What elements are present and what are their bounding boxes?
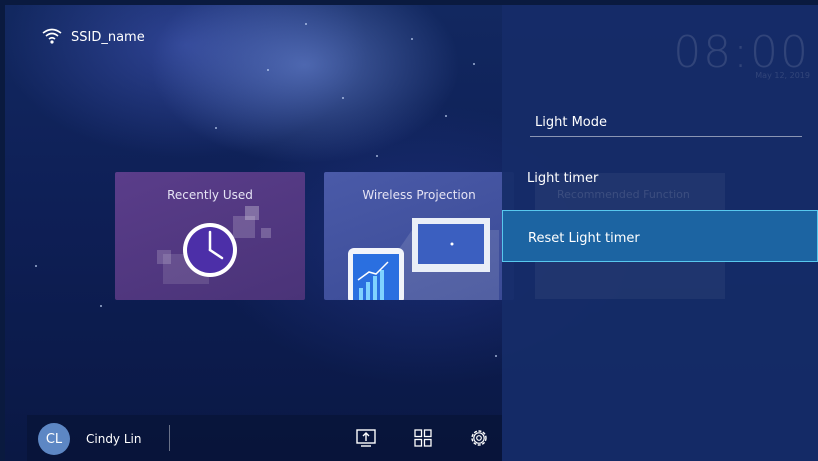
ssid-label: SSID_name xyxy=(71,30,145,45)
clock-icon xyxy=(157,206,271,284)
wifi-icon xyxy=(42,28,62,44)
bottom-bar: CL Cindy Lin xyxy=(27,415,502,461)
avatar[interactable]: CL xyxy=(38,423,70,455)
input-source-icon[interactable] xyxy=(355,427,377,449)
launcher-screen: SSID_name Recently Used Wireless Project… xyxy=(5,5,818,461)
user-name: Cindy Lin xyxy=(86,432,142,446)
tile-recently-used[interactable]: Recently Used xyxy=(115,172,305,300)
tile-wireless-projection[interactable]: Wireless Projection xyxy=(324,172,514,300)
phone-screen-icon xyxy=(348,218,499,300)
settings-panel: 08:00 May 12, 2019 Recommended Function … xyxy=(502,5,818,461)
divider xyxy=(169,425,170,451)
clock-date: May 12, 2019 xyxy=(755,71,810,80)
apps-grid-icon[interactable] xyxy=(412,427,434,449)
avatar-initials: CL xyxy=(45,431,63,447)
recommended-function-label: Recommended Function xyxy=(557,188,690,201)
menu-item-light-mode[interactable]: Light Mode xyxy=(530,115,802,137)
settings-gear-icon[interactable] xyxy=(468,427,490,449)
menu-item-reset-light-timer[interactable]: Reset Light timer xyxy=(502,210,818,262)
menu-item-light-timer[interactable]: Light timer xyxy=(527,171,598,186)
